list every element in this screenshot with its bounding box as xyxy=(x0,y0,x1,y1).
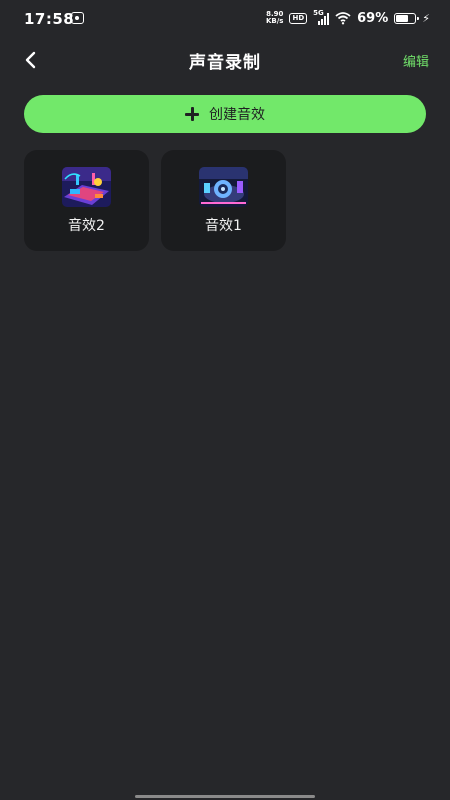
create-button-label: 创建音效 xyxy=(209,107,265,123)
battery-percent: 69% xyxy=(357,10,389,26)
home-indicator[interactable] xyxy=(135,795,315,798)
plus-icon xyxy=(185,107,199,121)
create-sound-effect-button[interactable]: 创建音效 xyxy=(24,95,426,133)
sound-effect-thumbnail xyxy=(62,167,111,207)
notification-icon xyxy=(71,12,84,24)
sound-effect-card[interactable]: 音效2 xyxy=(24,150,149,251)
app-header: 声音录制 编辑 xyxy=(0,40,450,80)
signal-icon: 5G xyxy=(313,9,330,25)
battery-level-fill xyxy=(396,14,408,22)
charging-icon: ⚡ xyxy=(422,11,430,25)
sound-effect-thumbnail xyxy=(199,167,248,207)
edit-button[interactable]: 编辑 xyxy=(403,51,429,70)
battery-icon xyxy=(394,12,420,24)
network-type-label: 5G xyxy=(313,9,324,17)
status-indicators: 8.90 KB/s HD 5G 69% ⚡ xyxy=(266,9,430,26)
sound-effect-name: 音效1 xyxy=(205,218,242,234)
sound-effect-name: 音效2 xyxy=(68,218,105,234)
network-speed-unit: KB/s xyxy=(265,17,284,25)
sound-effect-card[interactable]: 音效1 xyxy=(161,150,286,251)
page-title: 声音录制 xyxy=(189,53,261,73)
status-time: 17:58 xyxy=(24,10,75,28)
network-speed: 8.90 KB/s xyxy=(266,11,283,25)
hd-icon: HD xyxy=(289,12,308,24)
status-bar: 17:58 8.90 KB/s HD 5G 69% ⚡ xyxy=(0,0,450,36)
wifi-icon xyxy=(335,12,351,25)
